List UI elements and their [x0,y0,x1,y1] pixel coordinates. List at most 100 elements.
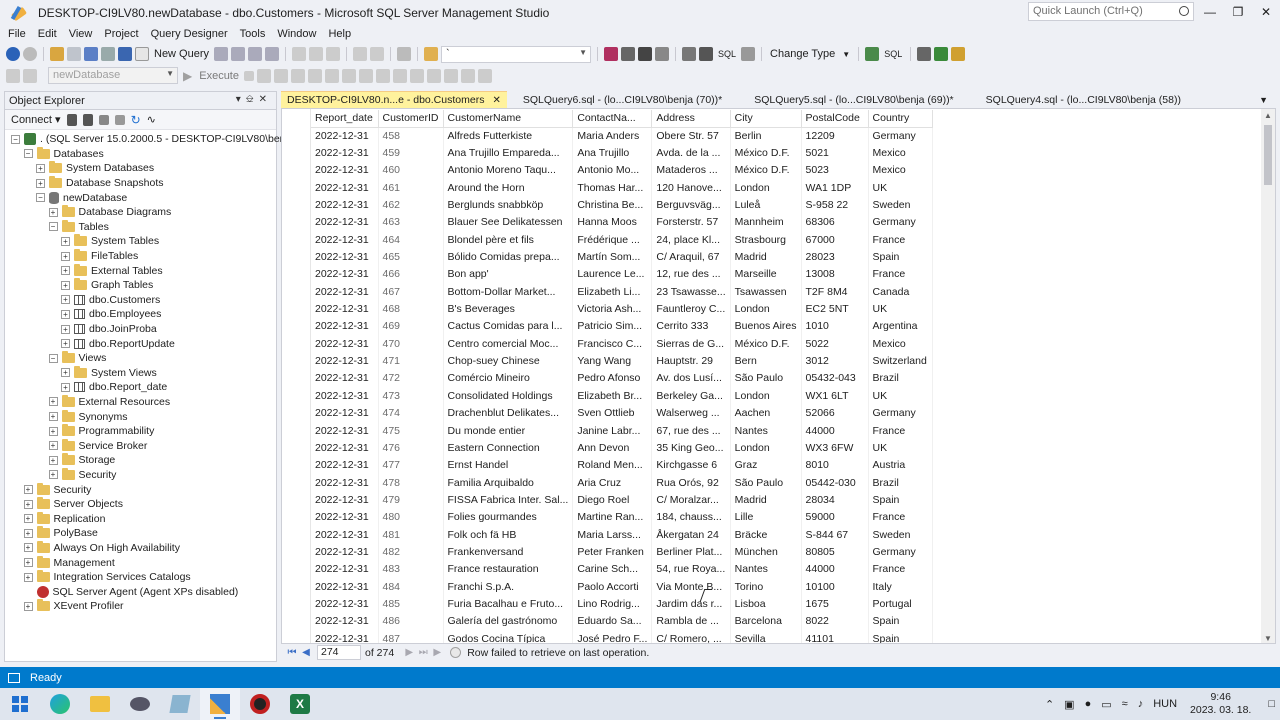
grid-cell[interactable]: 2022-12-31 [311,300,379,318]
current-record-input[interactable]: 274 [317,645,361,660]
grid-cell[interactable]: Canada [868,283,933,301]
grid-cell[interactable]: 2022-12-31 [311,265,379,284]
grid-cell[interactable]: Tsawassen [730,283,802,301]
grid-cell[interactable]: 2022-12-31 [311,335,379,353]
taskbar-app-notes[interactable] [160,688,200,720]
grid-cell[interactable]: UK [868,300,933,318]
battery-icon[interactable]: ▭ [1101,698,1111,711]
grid-cell[interactable]: UK [868,179,933,197]
taskbar-edge[interactable] [40,688,80,720]
new-record-icon[interactable]: ▶ [430,647,444,658]
grid-cell[interactable]: London [730,439,802,457]
grid-cell[interactable]: 477 [378,456,444,474]
grid-cell[interactable]: 2022-12-31 [311,577,379,596]
grid-cell[interactable]: WX3 6FW [801,439,869,457]
grid-cell[interactable]: Peter Franken [572,543,653,561]
table-row[interactable]: 2022-12-31 462 Berglunds snabbköp Christina… [311,196,933,214]
grid-cell[interactable]: Portugal [868,595,933,613]
grid-cell[interactable]: Bottom-Dollar Market... [443,283,574,301]
grid-cell[interactable]: Sierras de G... [651,335,731,353]
taskbar-file-explorer[interactable] [80,688,120,720]
language-indicator[interactable]: HUN [1153,698,1177,710]
grid-cell[interactable]: 2022-12-31 [311,144,379,162]
grid-cell[interactable]: Strasbourg [730,231,802,249]
execute-sql-icon[interactable] [865,47,880,61]
grid-cell[interactable]: Frankenversand [443,543,574,561]
table-row[interactable]: 2022-12-31 476 Eastern Connection Ann Devon… [311,439,933,457]
scroll-thumb[interactable] [1264,125,1272,185]
column-header[interactable]: ContactNa... [572,110,653,128]
grid-cell[interactable]: Alfreds Futterkiste [443,127,574,145]
menu-query-designer[interactable]: Query Designer [145,26,234,43]
grid-cell[interactable]: Bräcke [730,525,802,544]
grid-cell[interactable]: France [868,265,933,284]
grid-cell[interactable]: Bon app' [443,265,574,284]
menu-window[interactable]: Window [271,26,322,43]
parse-icon[interactable] [256,68,271,83]
grid-cell[interactable]: 23 Tsawasse... [651,283,731,301]
grid-cell[interactable]: Elizabeth Li... [572,283,653,301]
grid-cell[interactable]: Drachenblut Delikates... [443,404,574,422]
tree-node[interactable]: + Storage [5,453,276,468]
grid-cell[interactable]: Nantes [730,560,802,578]
grid-cell[interactable]: 2022-12-31 [311,231,379,249]
grid-cell[interactable]: France [868,421,933,440]
table-row[interactable]: 2022-12-31 468 B's Beverages Victoria Ash..… [311,300,933,318]
grid-cell[interactable]: 28034 [801,491,869,509]
connect-icon[interactable] [6,68,20,83]
tree-node[interactable]: + dbo.ReportUpdate [5,336,276,351]
grid-cell[interactable]: 473 [378,387,444,405]
grid-cell[interactable]: Lino Rodrig... [572,595,653,613]
grid-cell[interactable]: 2022-12-31 [311,612,379,630]
grid-cell[interactable]: 468 [378,300,444,318]
window-layout-icon[interactable] [655,47,670,61]
menu-help[interactable]: Help [322,26,357,43]
add-table-icon[interactable] [934,47,949,61]
grid-cell[interactable]: Francisco C... [572,335,653,353]
grid-cell[interactable]: 54, rue Roya... [651,560,731,578]
tree-node[interactable]: + Database Snapshots [5,176,276,191]
grid-cell[interactable]: München [730,543,802,561]
grid-cell[interactable]: Av. dos Lusí... [651,369,731,388]
add-item-icon[interactable] [67,47,81,61]
tree-node[interactable]: + Replication [5,511,276,526]
grid-cell[interactable]: Hauptstr. 29 [651,352,731,370]
grid-cell[interactable]: Argentina [868,317,933,336]
grid-cell[interactable]: Torino [730,577,802,596]
window-position-icon[interactable]: ▾ [236,94,246,105]
expand-icon[interactable]: + [23,558,33,568]
grid-cell[interactable]: 120 Hanove... [651,179,731,197]
expand-icon[interactable]: + [23,572,33,582]
save-all-icon[interactable] [118,47,132,61]
column-header[interactable]: Country [868,110,933,128]
expand-icon[interactable]: + [23,514,33,524]
table-row[interactable]: 2022-12-31 473 Consolidated Holdings Elizab… [311,387,933,405]
grid-cell[interactable]: Germany [868,213,933,232]
grid-cell[interactable]: Blondel père et fils [443,231,574,249]
grid-cell[interactable]: 474 [378,404,444,422]
grid-cell[interactable]: Janine Labr... [572,421,653,440]
grid-cell[interactable]: London [730,387,802,405]
close-panel-icon[interactable]: ✕ [259,94,272,105]
undo-icon[interactable] [353,47,368,61]
table-row[interactable]: 2022-12-31 467 Bottom-Dollar Market... Eliz… [311,283,933,301]
collapse-icon[interactable]: − [36,193,45,203]
grid-cell[interactable]: London [730,179,802,197]
grid-cell[interactable]: 2022-12-31 [311,317,379,336]
column-header[interactable]: Report_date [311,110,379,128]
tree-node[interactable]: − Views [5,351,276,366]
grid-cell[interactable]: Roland Men... [572,456,653,474]
expand-icon[interactable]: + [23,543,33,553]
camera-icon[interactable]: ▣ [1064,698,1074,711]
include-plan-icon[interactable] [324,68,339,83]
collapse-icon[interactable]: − [23,149,33,159]
tree-node[interactable]: + PolyBase [5,526,276,541]
grid-cell[interactable]: Walserweg ... [651,404,731,422]
grid-cell[interactable]: 470 [378,335,444,353]
show-results-pane-icon[interactable] [741,47,756,61]
indent-icon[interactable] [460,68,475,83]
tree-node[interactable]: + Programmability [5,424,276,439]
activity-icon[interactable]: ∿ [147,113,156,126]
table-row[interactable]: 2022-12-31 481 Folk och fä HB Maria Larss..… [311,525,933,544]
grid-cell[interactable]: Forsterstr. 57 [651,213,731,232]
